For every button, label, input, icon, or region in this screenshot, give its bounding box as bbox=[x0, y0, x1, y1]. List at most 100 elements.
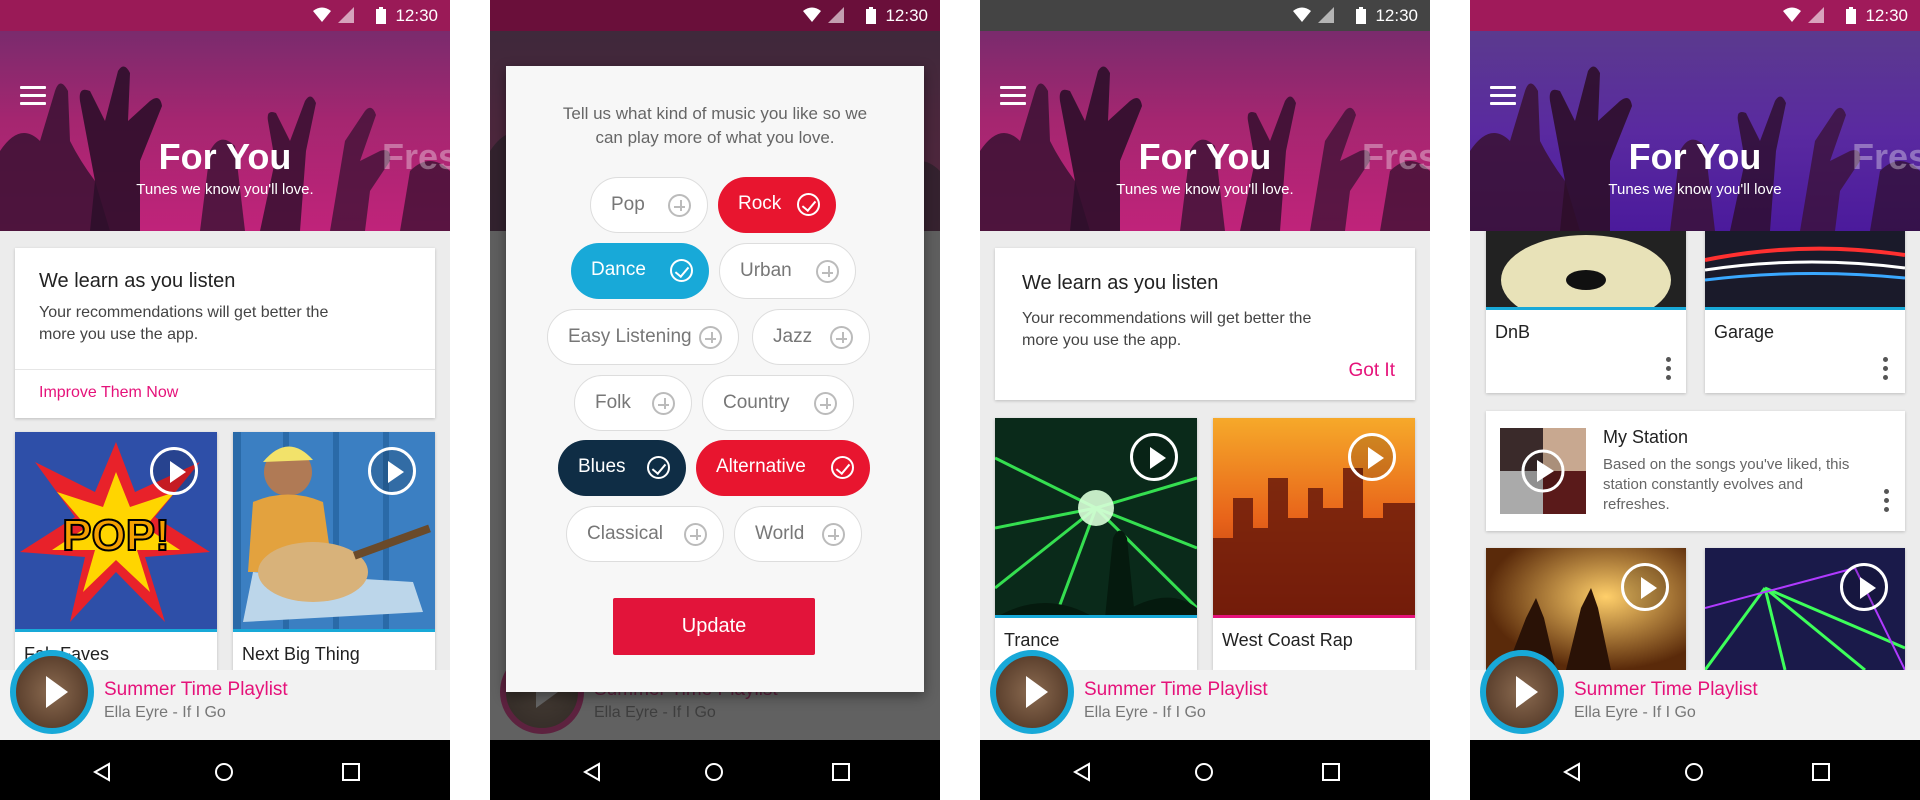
next-tab-peek[interactable]: Fres bbox=[1852, 136, 1920, 178]
play-icon[interactable] bbox=[368, 447, 416, 495]
phone-screen-genre-dialog: 12:30 Summer Time Playlist Ella Eyre - I… bbox=[490, 0, 940, 800]
genre-label: Pop bbox=[611, 194, 645, 215]
nav-back-icon[interactable] bbox=[1562, 762, 1582, 782]
nav-home-icon[interactable] bbox=[1194, 762, 1214, 782]
signal-icon bbox=[338, 7, 354, 23]
tile-label: Garage bbox=[1714, 322, 1775, 342]
genre-label: Country bbox=[723, 392, 790, 413]
now-playing-subtitle: Ella Eyre - If I Go bbox=[104, 704, 226, 721]
concert-crowd-image bbox=[1470, 66, 1920, 231]
learn-card-title: We learn as you listen bbox=[1022, 272, 1219, 294]
nav-recents-icon[interactable] bbox=[341, 762, 361, 782]
status-bar: 12:30 bbox=[490, 0, 940, 31]
nav-back-icon[interactable] bbox=[92, 762, 112, 782]
page-subtitle: Tunes we know you'll love. bbox=[136, 181, 314, 198]
genre-chip-blues[interactable]: Blues bbox=[558, 440, 686, 496]
genre-chip-rock[interactable]: Rock bbox=[718, 177, 836, 233]
nav-back-icon[interactable] bbox=[1072, 762, 1092, 782]
station-body: Based on the songs you've liked, this st… bbox=[1603, 456, 1850, 513]
play-icon[interactable] bbox=[1130, 433, 1178, 481]
genre-chip-classical[interactable]: Classical bbox=[566, 506, 724, 562]
wifi-icon bbox=[1783, 7, 1801, 22]
next-tab-peek[interactable]: Fres bbox=[382, 136, 450, 178]
genre-chip-folk[interactable]: Folk bbox=[574, 375, 692, 431]
learn-card-title: We learn as you listen bbox=[39, 270, 236, 292]
genre-chip-alternative[interactable]: Alternative bbox=[696, 440, 870, 496]
genre-label: Alternative bbox=[716, 456, 806, 477]
plus-circle-icon bbox=[816, 260, 839, 283]
learn-card: We learn as you listen Your recommendati… bbox=[995, 248, 1415, 400]
playlist-tile-next-big-thing[interactable]: Next Big Thing bbox=[233, 432, 435, 672]
phone-screen-for-you: 12:30 For You Tunes we know you'll love.… bbox=[0, 0, 450, 800]
genre-chip-country[interactable]: Country bbox=[702, 375, 854, 431]
nav-back-icon[interactable] bbox=[582, 762, 602, 782]
signal-icon bbox=[1318, 7, 1334, 23]
battery-icon bbox=[1356, 7, 1366, 24]
now-playing-play-button[interactable] bbox=[990, 650, 1074, 734]
my-station-card[interactable]: My Station Based on the songs you've lik… bbox=[1486, 411, 1905, 531]
system-nav-bar bbox=[490, 740, 940, 800]
got-it-button[interactable]: Got It bbox=[1349, 360, 1395, 382]
plus-circle-icon bbox=[699, 326, 722, 349]
playlist-tile-west-coast-rap[interactable]: West Coast Rap bbox=[1213, 418, 1415, 670]
genre-chip-pop[interactable]: Pop bbox=[590, 177, 708, 233]
nav-home-icon[interactable] bbox=[704, 762, 724, 782]
more-vert-icon[interactable] bbox=[1884, 489, 1890, 516]
hamburger-menu-icon[interactable] bbox=[1490, 86, 1516, 106]
play-icon[interactable] bbox=[150, 447, 198, 495]
hamburger-menu-icon[interactable] bbox=[20, 86, 46, 106]
update-button[interactable]: Update bbox=[613, 598, 815, 655]
more-vert-icon[interactable] bbox=[1666, 357, 1672, 384]
genre-chip-jazz[interactable]: Jazz bbox=[752, 309, 870, 365]
play-icon[interactable] bbox=[1348, 433, 1396, 481]
nav-home-icon[interactable] bbox=[214, 762, 234, 782]
mini-player[interactable]: Summer Time Playlist Ella Eyre - If I Go bbox=[0, 650, 450, 740]
genre-label: Jazz bbox=[773, 326, 813, 347]
mini-player[interactable]: Summer Time Playlist Ella Eyre - If I Go bbox=[980, 650, 1430, 740]
genre-label: Rock bbox=[738, 193, 782, 214]
playlist-tile-trance[interactable]: Trance bbox=[995, 418, 1197, 670]
playlist-tile-fab-faves[interactable]: POP! Fab Faves bbox=[15, 432, 217, 672]
more-vert-icon[interactable] bbox=[1883, 357, 1889, 384]
nav-recents-icon[interactable] bbox=[831, 762, 851, 782]
playlist-tile-lasers[interactable] bbox=[1705, 548, 1905, 670]
page-subtitle: Tunes we know you'll love bbox=[1608, 181, 1782, 198]
wifi-icon bbox=[803, 7, 821, 22]
learn-card: We learn as you listen Your recommendati… bbox=[15, 248, 435, 418]
hero-banner: For You Tunes we know you'll love. Fres bbox=[0, 31, 450, 231]
genre-label: Urban bbox=[740, 260, 792, 281]
status-bar: 12:30 bbox=[1470, 0, 1920, 31]
play-icon[interactable] bbox=[1840, 563, 1888, 611]
station-title: My Station bbox=[1603, 427, 1689, 447]
genre-label: World bbox=[755, 523, 805, 544]
plus-circle-icon bbox=[822, 523, 845, 546]
phone-screen-for-you-scrolled: 12:30 DnB Garage My Station Based on the… bbox=[1470, 0, 1920, 800]
genre-chip-dance[interactable]: Dance bbox=[571, 243, 709, 299]
battery-icon bbox=[1846, 7, 1856, 24]
status-bar: 12:30 bbox=[980, 0, 1430, 31]
genre-picker-dialog: Tell us what kind of music you like so w… bbox=[506, 66, 924, 692]
next-tab-peek[interactable]: Fres bbox=[1362, 136, 1430, 178]
play-icon[interactable] bbox=[1621, 563, 1669, 611]
phone-screen-for-you-got-it: 12:30 For You Tunes we know you'll love.… bbox=[980, 0, 1430, 800]
battery-icon bbox=[866, 7, 876, 24]
now-playing-title: Summer Time Playlist bbox=[104, 679, 288, 700]
page-subtitle: Tunes we know you'll love. bbox=[1116, 181, 1294, 198]
wifi-icon bbox=[1293, 7, 1311, 22]
hamburger-menu-icon[interactable] bbox=[1000, 86, 1026, 106]
status-time: 12:30 bbox=[1865, 6, 1908, 25]
nav-home-icon[interactable] bbox=[1684, 762, 1704, 782]
status-time: 12:30 bbox=[395, 6, 438, 25]
plus-circle-icon bbox=[668, 194, 691, 217]
genre-chip-urban[interactable]: Urban bbox=[719, 243, 856, 299]
improve-them-now-link[interactable]: Improve Them Now bbox=[39, 384, 178, 402]
now-playing-play-button[interactable] bbox=[1480, 650, 1564, 734]
nav-recents-icon[interactable] bbox=[1811, 762, 1831, 782]
genre-chip-easy-listening[interactable]: Easy Listening bbox=[547, 309, 739, 365]
mini-player[interactable]: Summer Time Playlist Ella Eyre - If I Go bbox=[1470, 650, 1920, 740]
now-playing-play-button[interactable] bbox=[10, 650, 94, 734]
genre-chip-world[interactable]: World bbox=[734, 506, 862, 562]
genre-label: Dance bbox=[591, 259, 646, 280]
nav-recents-icon[interactable] bbox=[1321, 762, 1341, 782]
learn-card-body: Your recommendations will get better the… bbox=[1022, 310, 1312, 349]
